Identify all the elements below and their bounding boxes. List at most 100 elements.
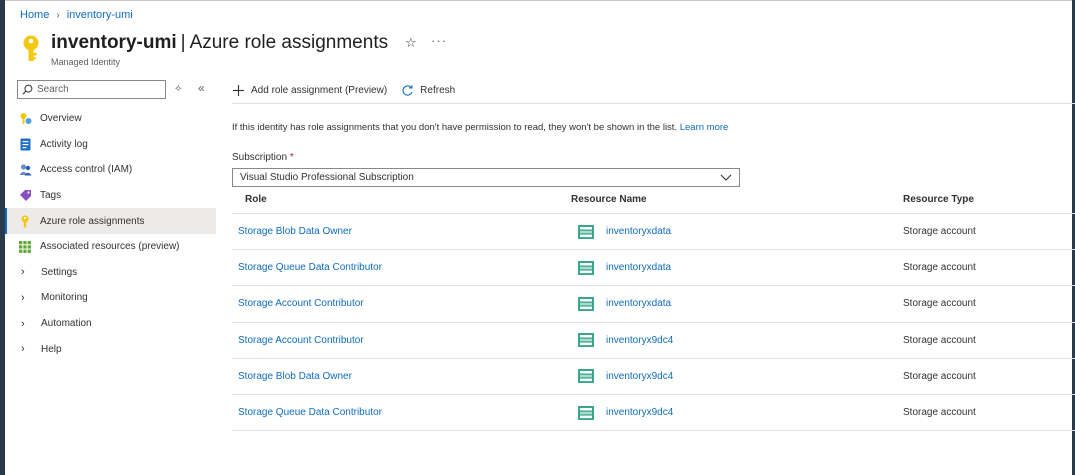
resource-link[interactable]: inventoryxdata	[606, 262, 671, 273]
breadcrumb-chevron-icon: ›	[56, 9, 60, 21]
add-role-assignment-button[interactable]: Add role assignment (Preview)	[232, 84, 387, 97]
chevron-right-icon: ›	[21, 291, 25, 304]
command-bar-divider	[232, 103, 1075, 104]
sidebar-item-activity-log[interactable]: Activity log	[5, 132, 216, 158]
sidebar-item-label: Automation	[41, 318, 92, 330]
top-border	[0, 0, 1075, 1]
required-asterisk: *	[289, 152, 294, 163]
sidebar-item-label: Activity log	[40, 138, 88, 150]
overview-icon	[18, 112, 32, 126]
role-link[interactable]: Storage Blob Data Owner	[238, 226, 352, 237]
sidebar-group-automation[interactable]: › Automation	[5, 311, 216, 337]
resource-link[interactable]: inventoryx9dc4	[606, 335, 673, 346]
storage-account-icon	[578, 224, 594, 239]
resource-link[interactable]: inventoryx9dc4	[606, 407, 673, 418]
search-icon	[22, 84, 33, 95]
key-icon	[18, 214, 32, 228]
resource-link[interactable]: inventoryx9dc4	[606, 371, 673, 382]
resource-type-cell: Storage account	[903, 334, 976, 346]
role-assignments-table: Role Resource Name Resource Type Storage…	[232, 186, 1075, 432]
breadcrumb-home-link[interactable]: Home	[20, 9, 49, 21]
table-row: Storage Queue Data Contributor inventory…	[232, 395, 1075, 432]
storage-account-icon	[578, 369, 594, 384]
sidebar-item-label: Azure role assignments	[40, 215, 145, 227]
table-row: Storage Blob Data Owner inventoryx9dc4 S…	[232, 359, 1075, 395]
sidebar-search-input[interactable]	[37, 84, 157, 95]
add-role-assignment-label: Add role assignment (Preview)	[251, 84, 388, 96]
sidebar-group-help[interactable]: › Help	[5, 336, 216, 362]
favorite-star-icon[interactable]: ☆	[405, 35, 417, 51]
table-row: Storage Account Contributor inventoryx9d…	[232, 323, 1075, 359]
iam-icon	[18, 163, 32, 177]
table-row: Storage Account Contributor inventoryxda…	[232, 286, 1075, 323]
info-text: If this identity has role assignments th…	[232, 122, 680, 133]
breadcrumb-resource-link[interactable]: inventory-umi	[67, 9, 133, 21]
subscription-label: Subscription *	[232, 152, 294, 163]
chevron-right-icon: ›	[21, 343, 25, 356]
sidebar-item-access-control[interactable]: Access control (IAM)	[5, 157, 216, 183]
sidebar-item-azure-role-assignments[interactable]: Azure role assignments	[5, 208, 216, 234]
command-bar: Add role assignment (Preview) Refresh	[232, 78, 455, 102]
sidebar-filter-icon[interactable]: ⟡	[175, 83, 182, 94]
sidebar-item-label: Monitoring	[41, 292, 88, 304]
sidebar-item-tags[interactable]: Tags	[5, 183, 216, 209]
sidebar-group-settings[interactable]: › Settings	[5, 260, 216, 286]
grid-icon	[18, 240, 32, 254]
sidebar-item-label: Associated resources (preview)	[40, 241, 180, 253]
storage-account-icon	[578, 296, 594, 311]
learn-more-link[interactable]: Learn more	[680, 122, 729, 133]
resource-type-cell: Storage account	[903, 407, 976, 419]
info-message: If this identity has role assignments th…	[232, 122, 728, 133]
subscription-dropdown[interactable]: Visual Studio Professional Subscription	[232, 168, 740, 187]
storage-account-icon	[578, 405, 594, 420]
table-header: Role Resource Name Resource Type	[232, 186, 1075, 214]
more-options-icon[interactable]: ···	[431, 33, 447, 48]
sidebar-item-label: Access control (IAM)	[40, 164, 133, 176]
page-header: inventory-umi | Azure role assignments M…	[20, 32, 388, 67]
table-row: Storage Queue Data Contributor inventory…	[232, 250, 1075, 287]
chevron-right-icon: ›	[21, 266, 25, 279]
resource-type-cell: Storage account	[903, 226, 976, 238]
title-separator: |	[180, 32, 186, 53]
table-row: Storage Blob Data Owner inventoryxdata S…	[232, 214, 1075, 251]
sidebar-item-associated-resources[interactable]: Associated resources (preview)	[5, 234, 216, 260]
column-header-resource-name[interactable]: Resource Name	[571, 194, 903, 205]
sidebar-item-label: Help	[41, 343, 62, 355]
activity-log-icon	[18, 137, 32, 151]
sidebar-item-label: Overview	[40, 113, 82, 125]
role-link[interactable]: Storage Queue Data Contributor	[238, 407, 382, 418]
resource-type-cell: Storage account	[903, 370, 976, 382]
storage-account-icon	[578, 260, 594, 275]
subscription-label-text: Subscription	[232, 152, 288, 163]
role-link[interactable]: Storage Queue Data Contributor	[238, 262, 382, 273]
sidebar-group-monitoring[interactable]: › Monitoring	[5, 285, 216, 311]
resource-type-cell: Storage account	[903, 298, 976, 310]
sidebar-search-box[interactable]	[17, 80, 166, 99]
plus-icon	[233, 84, 244, 96]
role-link[interactable]: Storage Account Contributor	[238, 298, 364, 309]
sidebar-item-label: Settings	[41, 266, 78, 278]
resource-link[interactable]: inventoryxdata	[606, 226, 671, 237]
resource-type-subtitle: Managed Identity	[51, 57, 121, 67]
resource-type-cell: Storage account	[903, 262, 976, 274]
resource-link[interactable]: inventoryxdata	[606, 298, 671, 309]
role-link[interactable]: Storage Account Contributor	[238, 335, 364, 346]
storage-account-icon	[578, 333, 594, 348]
refresh-icon	[402, 84, 413, 96]
refresh-label: Refresh	[420, 84, 456, 96]
subscription-selected-value: Visual Studio Professional Subscription	[240, 172, 414, 183]
chevron-down-icon	[720, 174, 732, 181]
tag-icon	[18, 189, 32, 203]
sidebar-nav: Overview Activity log Access control (IA…	[5, 106, 216, 362]
refresh-button[interactable]: Refresh	[401, 84, 455, 97]
column-header-resource-type[interactable]: Resource Type	[903, 194, 1075, 205]
breadcrumb: Home › inventory-umi	[20, 9, 133, 21]
collapse-sidebar-icon[interactable]: «	[198, 81, 205, 95]
key-icon	[23, 35, 39, 61]
role-link[interactable]: Storage Blob Data Owner	[238, 371, 352, 382]
page-title: Azure role assignments	[189, 32, 389, 53]
sidebar-item-overview[interactable]: Overview	[5, 106, 216, 132]
chevron-right-icon: ›	[21, 317, 25, 330]
resource-title: inventory-umi	[51, 32, 177, 53]
column-header-role[interactable]: Role	[232, 194, 571, 205]
